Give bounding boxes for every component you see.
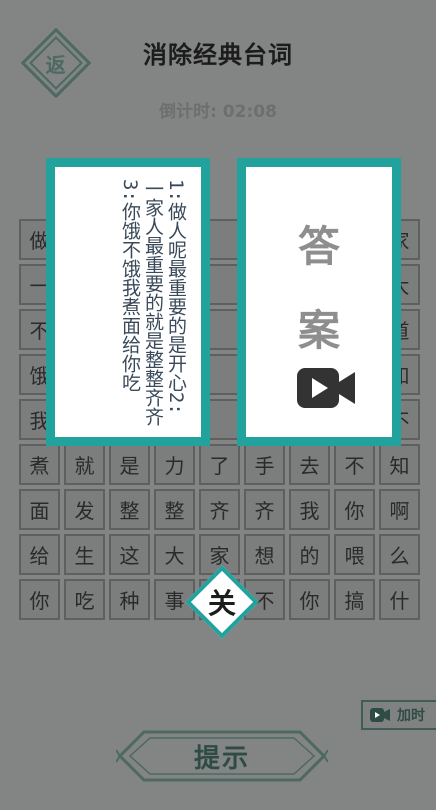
grid-cell[interactable]: 种 <box>109 579 150 620</box>
clue-paper: 1:做人呢最重要的是开心2:一家人最重要的就是整整齐齐3:你饿不饿我煮面给你吃 <box>54 166 202 438</box>
grid-cell[interactable]: 去 <box>289 444 330 485</box>
grid-cell[interactable]: 的 <box>289 534 330 575</box>
grid-cell[interactable]: 给 <box>19 534 60 575</box>
answer-char-1: 答 <box>297 222 340 271</box>
grid-cell[interactable]: 你 <box>19 579 60 620</box>
answer-label: 答 案 <box>246 205 392 373</box>
grid-cell[interactable]: 煮 <box>19 444 60 485</box>
grid-cell[interactable]: 齐 <box>199 489 240 530</box>
clue-text: 1:做人呢最重要的是开心2:一家人最重要的就是整整齐齐3:你饿不饿我煮面给你吃 <box>119 179 187 426</box>
grid-cell[interactable]: 手 <box>244 444 285 485</box>
grid-cell[interactable]: 想 <box>244 534 285 575</box>
countdown-timer: 倒计时: 02:08 <box>159 102 277 122</box>
page-title: 消除经典台词 <box>143 41 293 69</box>
grid-cell[interactable]: 了 <box>199 444 240 485</box>
grid-cell[interactable]: 齐 <box>244 489 285 530</box>
grid-cell[interactable]: 喂 <box>334 534 375 575</box>
grid-cell[interactable]: 就 <box>64 444 105 485</box>
grid-cell[interactable]: 不 <box>334 444 375 485</box>
grid-cell[interactable]: 发 <box>64 489 105 530</box>
grid-cell[interactable]: 搞 <box>334 579 375 620</box>
grid-cell[interactable]: 你 <box>334 489 375 530</box>
grid-cell[interactable]: 你 <box>289 579 330 620</box>
grid-cell[interactable]: 是 <box>109 444 150 485</box>
grid-cell[interactable]: 面 <box>19 489 60 530</box>
clue-card: 1:做人呢最重要的是开心2:一家人最重要的就是整整齐齐3:你饿不饿我煮面给你吃 <box>46 158 210 446</box>
grid-cell[interactable]: 这 <box>109 534 150 575</box>
grid-cell[interactable]: 啊 <box>379 489 420 530</box>
grid-cell[interactable]: 知 <box>379 444 420 485</box>
video-icon <box>370 708 390 722</box>
grid-cell[interactable]: 大 <box>154 534 195 575</box>
close-label: 关 <box>207 586 237 620</box>
game-screen: 返 消除经典台词 倒计时: 02:08 做心家一你大不的道饿已知我间不煮就是力了… <box>0 0 436 810</box>
grid-cell[interactable]: 我 <box>289 489 330 530</box>
grid-cell[interactable]: 什 <box>379 579 420 620</box>
hint-button[interactable]: 提示 <box>115 728 329 784</box>
answer-paper: 答 案 <box>245 166 393 438</box>
grid-cell[interactable]: 整 <box>154 489 195 530</box>
answer-char-2: 案 <box>297 306 340 355</box>
grid-cell[interactable]: 力 <box>154 444 195 485</box>
add-time-label: 加时 <box>397 708 425 724</box>
grid-cell[interactable]: 么 <box>379 534 420 575</box>
add-time-button[interactable]: 加时 <box>361 700 436 730</box>
grid-cell[interactable]: 生 <box>64 534 105 575</box>
hint-label: 提示 <box>193 743 250 774</box>
grid-cell[interactable]: 整 <box>109 489 150 530</box>
video-icon <box>297 368 355 408</box>
grid-cell[interactable]: 吃 <box>64 579 105 620</box>
answer-card[interactable]: 答 案 <box>237 158 401 446</box>
